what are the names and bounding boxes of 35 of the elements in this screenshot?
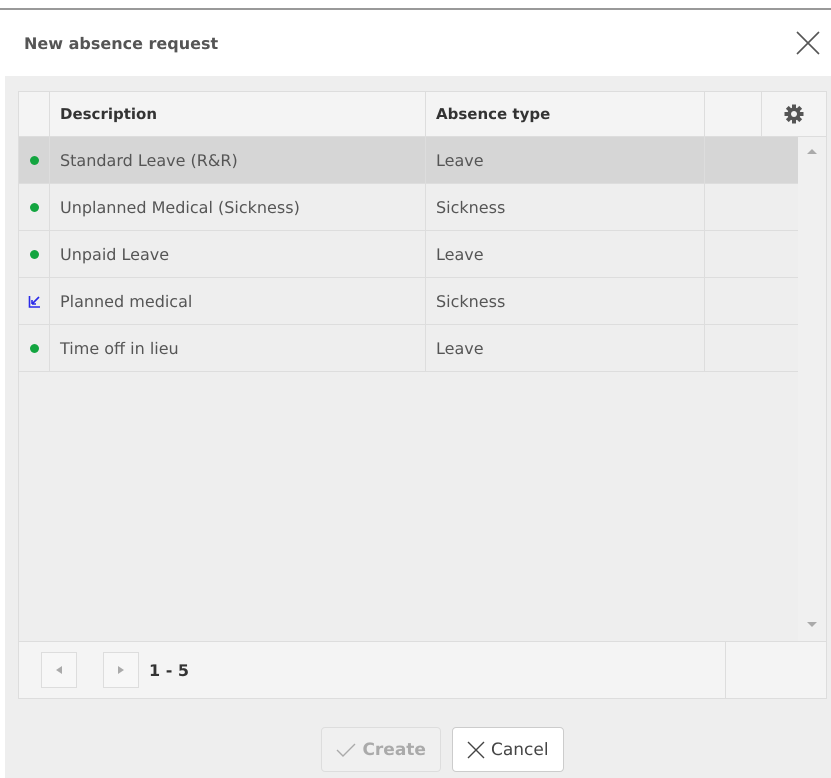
column-header[interactable]: Description (50, 92, 426, 136)
status-dot-icon (30, 250, 38, 258)
table-row[interactable]: Standard Leave (R&R) Leave (19, 137, 798, 184)
table-cell: Leave (426, 137, 705, 183)
table-cell: Time off in lieu (50, 325, 426, 371)
table-cell: Unpaid Leave (50, 231, 426, 277)
column-header[interactable]: Absence type (426, 92, 705, 136)
checkmark-icon (336, 742, 356, 758)
table-row[interactable]: Time off in lieu Leave (19, 325, 798, 372)
table-row[interactable]: Unplanned Medical (Sickness) Sickness (19, 184, 798, 231)
settings-icon[interactable] (784, 104, 804, 124)
table-cell: Planned medical (50, 278, 426, 324)
table-cell: Sickness (426, 278, 705, 324)
right-triangle-icon (117, 665, 125, 675)
table-cell: Leave (426, 231, 705, 277)
status-dot-icon (30, 156, 38, 164)
table-cell: Standard Leave (R&R) (50, 137, 426, 183)
table-cell: Unplanned Medical (Sickness) (50, 184, 426, 230)
next-page-button[interactable] (103, 652, 139, 688)
page-range: 1 - 5 (149, 660, 190, 680)
close-icon (466, 740, 485, 758)
table-row[interactable]: Unpaid Leave Leave (19, 231, 798, 278)
status-dot-icon (30, 202, 38, 212)
scroll-up-icon[interactable] (806, 147, 818, 155)
left-triangle-icon (55, 665, 63, 675)
table-cell: Leave (426, 325, 705, 371)
dialog-title: New absence request (24, 34, 218, 52)
table-row[interactable]: Planned medical Sickness (19, 278, 798, 325)
previous-page-button[interactable] (41, 652, 77, 688)
check-arrow-icon (28, 294, 40, 308)
cancel-button[interactable]: Cancel (452, 727, 564, 772)
status-dot-icon (30, 344, 38, 352)
table-cell: Sickness (426, 184, 705, 230)
close-icon[interactable] (795, 30, 821, 56)
scroll-down-icon[interactable] (806, 621, 818, 629)
